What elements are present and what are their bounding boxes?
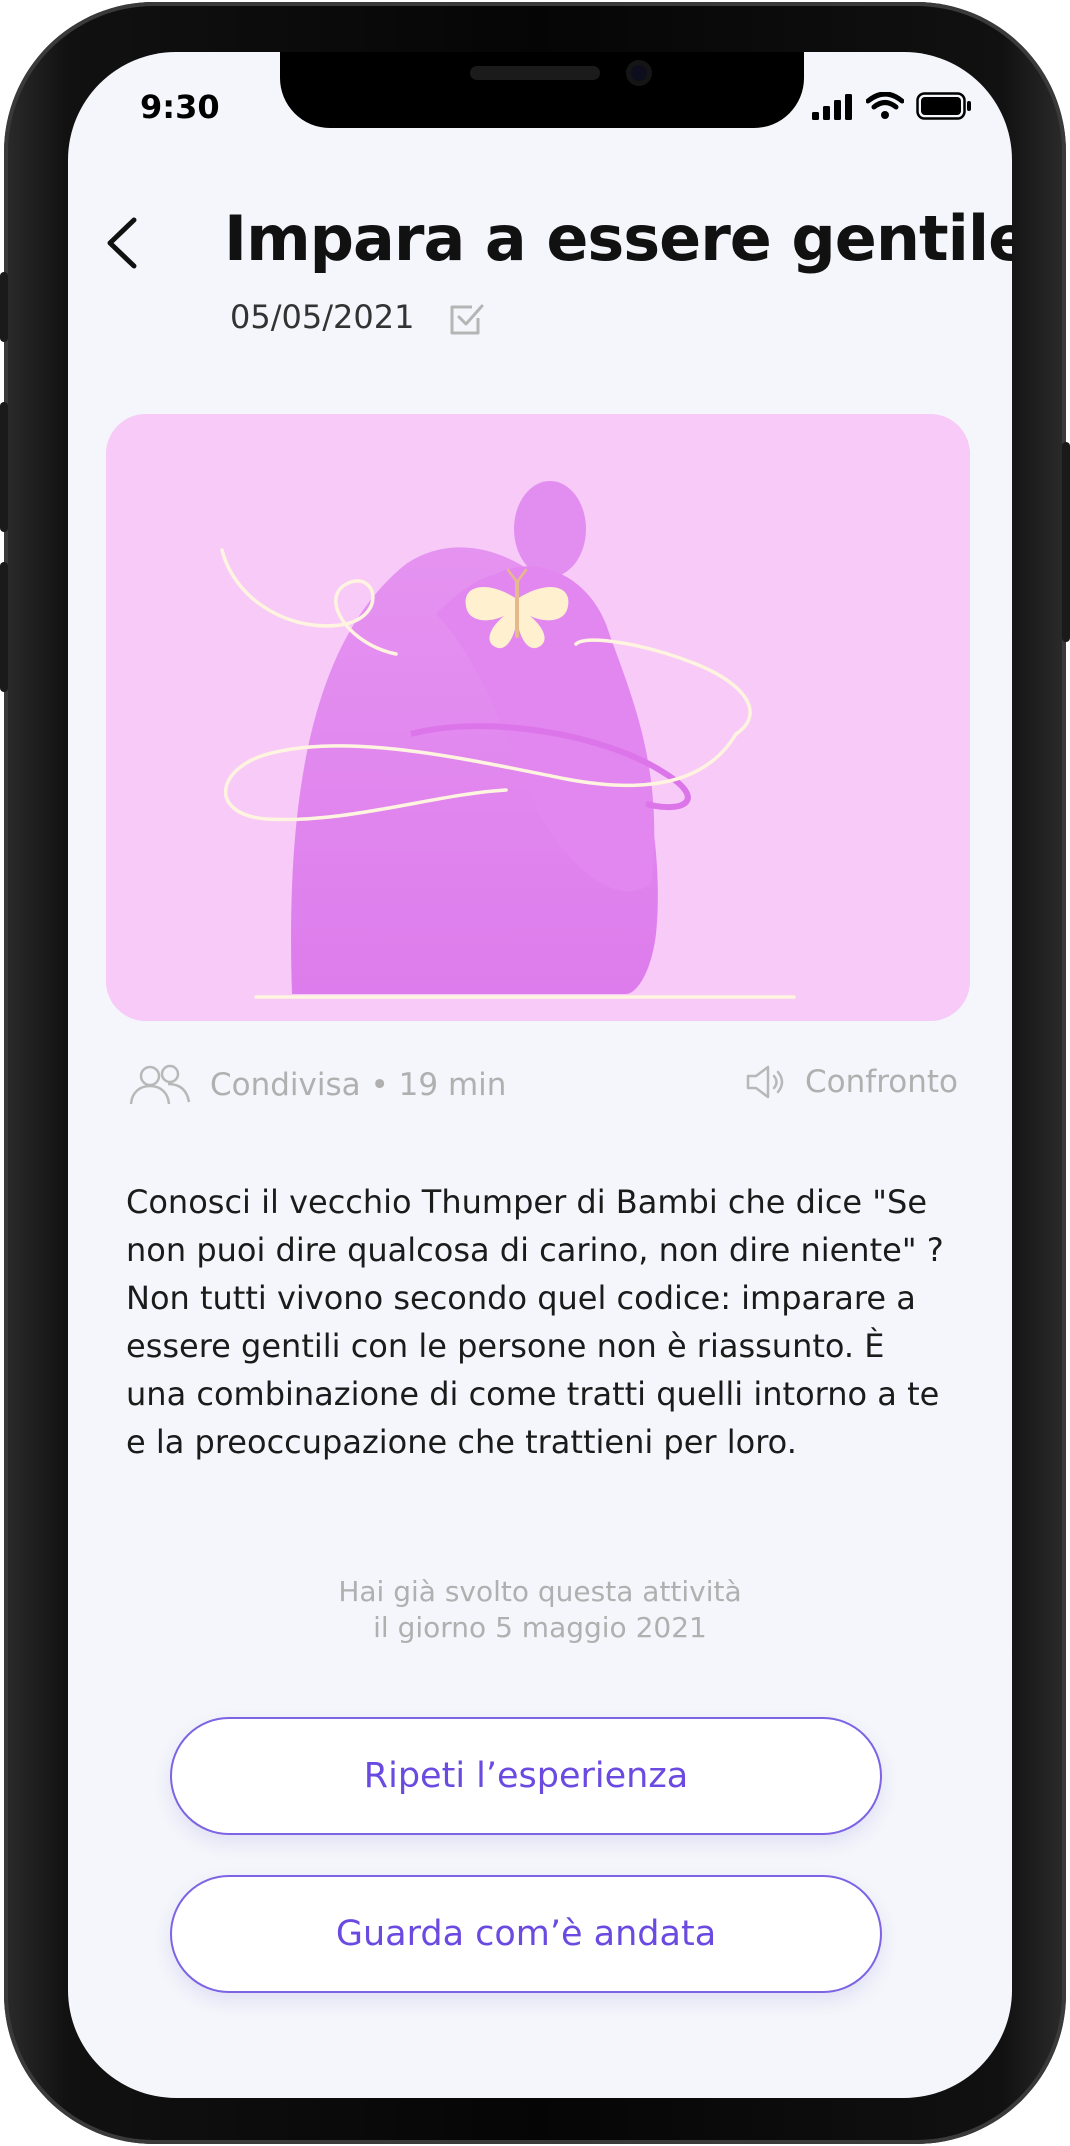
speaker-icon [746,1065,784,1099]
status-time: 9:30 [140,88,220,126]
category-label: Confronto [805,1064,958,1100]
hero-illustration [106,414,970,1021]
volume-up-button [0,402,8,532]
activity-date: 05/05/2021 [230,298,415,336]
completion-note: Hai già svolto questa attività il giorno… [68,1574,1012,1646]
screen: 9:30 Impara a essere gentile 05/05/2021 … [68,52,1012,2098]
checkbox-checked-icon [450,304,484,335]
status-icons [812,92,972,120]
phone-frame: 9:30 Impara a essere gentile 05/05/2021 … [0,2,1070,2144]
completion-note-line2: il giorno 5 maggio 2021 [373,1611,707,1644]
silent-switch [0,272,8,342]
kind-person-illustration [106,414,970,1021]
volume-down-button [0,562,8,692]
activity-category: Confronto [745,1064,958,1100]
battery-icon [916,92,971,120]
repeat-experience-button[interactable]: Ripeti l’esperienza [170,1717,882,1835]
description-text: Conosci il vecchio Thumper di Bambi che … [126,1183,944,1461]
signal-icon [812,94,852,120]
completion-note-line1: Hai già svolto questa attività [338,1575,742,1608]
wifi-icon [866,92,904,119]
mode-duration-label: Condivisa • 19 min [210,1067,507,1103]
speaker-grille [470,66,600,80]
activity-meta: Condivisa • 19 min [128,1064,506,1106]
page-title: Impara a essere gentile [224,202,1012,275]
notch [280,52,804,128]
people-icon [129,1064,191,1105]
back-arrow-icon[interactable] [96,208,146,278]
front-camera [626,60,652,86]
power-button [1062,442,1070,642]
view-results-button[interactable]: Guarda com’è andata [170,1875,882,1993]
